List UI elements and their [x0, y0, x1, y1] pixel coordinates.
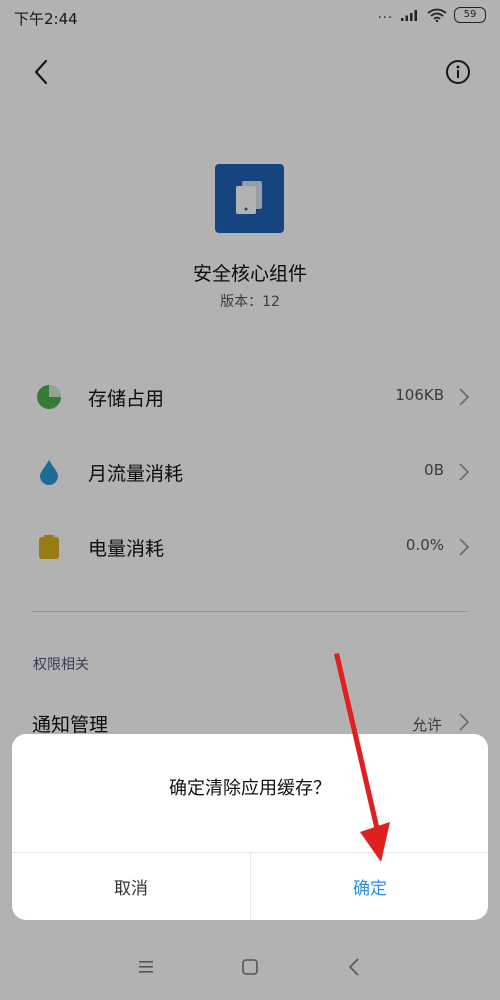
home-square-icon[interactable]: [235, 952, 265, 982]
clear-cache-dialog: 确定清除应用缓存？ 取消 确定: [12, 734, 488, 920]
dialog-message: 确定清除应用缓存？: [169, 778, 331, 799]
red-annotation-arrow: [334, 653, 390, 862]
menu-icon[interactable]: [131, 952, 161, 982]
back-triangle-icon[interactable]: [339, 952, 369, 982]
cancel-button[interactable]: 取消: [12, 853, 250, 920]
